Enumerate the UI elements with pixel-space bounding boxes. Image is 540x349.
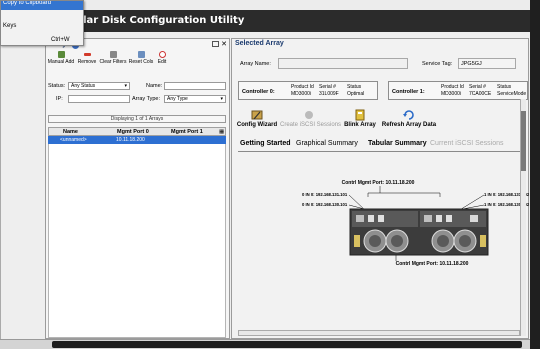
controller-0-serial-key: Serial # <box>319 84 336 90</box>
scroll-thumb[interactable] <box>521 111 526 171</box>
manual-add-button[interactable]: Manual Add <box>46 51 76 67</box>
ip-label: IP: <box>56 96 63 102</box>
status-select[interactable]: Any Status ▾ <box>68 82 130 90</box>
controller-1-serial-value: 7CA00CE <box>469 91 492 97</box>
row-name: <unnamed> <box>60 137 87 143</box>
tab-tabular-summary[interactable]: Tabular Summary <box>368 140 427 147</box>
blink-icon <box>355 109 365 121</box>
menu-item-keys[interactable]: Keys <box>3 23 16 29</box>
app-window: Arraysi ✕ Manual Add Remove Clear Filter… <box>0 32 530 339</box>
controller-1-product-value: MD3000i <box>441 91 462 97</box>
table-row[interactable]: <unnamed> 10.11.18.200 <box>48 136 226 144</box>
controller-0-status-key: Status <box>347 84 362 90</box>
controller-1-status-key: Status <box>497 84 512 90</box>
context-menu: Copy to Clipboard Keys Ctrl+W <box>0 0 84 46</box>
controller-1-product-key: Product Id <box>441 84 464 90</box>
column-header-mgmt-port-0[interactable]: Mgmt Port 0 <box>117 129 149 135</box>
remove-icon <box>83 53 91 56</box>
ip-filter-input[interactable] <box>68 95 130 103</box>
column-header-name[interactable]: Name <box>63 129 78 135</box>
sessions-icon <box>305 111 313 119</box>
close-icon[interactable]: ✕ <box>221 40 227 48</box>
chevron-down-icon: ▾ <box>124 83 127 89</box>
controller-0-status-value: Optimal <box>347 91 365 97</box>
name-label: Name: <box>146 83 163 89</box>
horizontal-scrollbar[interactable] <box>238 330 520 336</box>
refresh-array-data-button[interactable]: Refresh Array Data <box>380 109 438 135</box>
reset-cols-button[interactable]: Reset Cols <box>128 51 154 67</box>
columns-icon <box>137 51 145 58</box>
column-header-mgmt-port-1[interactable]: Mgmt Port 1 <box>171 129 203 135</box>
tab-current-iscsi-sessions[interactable]: Current iSCSI Sessions <box>430 140 504 147</box>
controller-1-label: Controller 1: <box>392 89 425 95</box>
arrays-panel: Arraysi ✕ Manual Add Remove Clear Filter… <box>45 38 230 339</box>
bottom-bar <box>0 339 530 349</box>
left-port-1-label: 0 IN 0: 192.168.130.101 <box>302 202 348 207</box>
arrays-toolbar: Manual Add Remove Clear Filters Reset Co… <box>46 51 229 67</box>
blink-array-button[interactable]: Blink Array <box>342 109 378 135</box>
top-mgmt-port-label: Contrl Mgmt Port: 10.11.18.200 <box>342 180 415 186</box>
tab-getting-started[interactable]: Getting Started <box>240 140 291 147</box>
edit-button[interactable]: Edit <box>154 51 170 67</box>
status-label: Status: <box>48 83 66 89</box>
name-filter-input[interactable] <box>164 82 226 90</box>
chevron-down-icon: ▾ <box>220 96 223 102</box>
array-name-label: Array Name: <box>240 61 271 67</box>
selected-array-title: Selected Array <box>235 40 284 47</box>
controller-0-serial-value: 31L009F <box>319 91 339 97</box>
array-type-select[interactable]: Any Type ▾ <box>164 95 226 103</box>
add-icon <box>57 51 65 58</box>
array-name-field[interactable] <box>278 58 408 69</box>
array-type-label: Array Type: <box>132 96 161 102</box>
column-chooser-icon[interactable]: ▦ <box>219 129 224 135</box>
tab-graphical-summary[interactable]: Graphical Summary <box>296 140 358 147</box>
left-port-0-label: 0 IN 0: 192.168.131.101 <box>302 192 348 197</box>
screen-edge <box>530 0 540 349</box>
bottom-mgmt-port-label: Contrl Mgmt Port: 10.11.18.200 <box>396 261 469 267</box>
bottom-scrollbar[interactable] <box>52 341 522 348</box>
controller-0-product-value: MD3000i <box>291 91 312 97</box>
create-iscsi-sessions-button[interactable]: Create iSCSI Sessions <box>280 109 341 135</box>
service-tag-label: Service Tag: <box>422 61 453 67</box>
table-header: Name Mgmt Port 0 Mgmt Port 1 ▦ <box>48 127 226 136</box>
display-count: Displaying 1 of 1 Arrays <box>48 115 226 123</box>
controller-1-status-value: ServiceMode <box>497 91 527 97</box>
controller-1-serial-key: Serial # <box>469 84 486 90</box>
restore-icon[interactable] <box>212 41 219 47</box>
vertical-scrollbar[interactable] <box>520 99 526 336</box>
service-tag-field: JPG5GJ <box>458 58 516 69</box>
controller-1-box: Controller 1: Product Id MD3000i Serial … <box>388 81 528 100</box>
remove-button[interactable]: Remove <box>76 51 98 67</box>
controller-0-product-key: Product Id <box>291 84 314 90</box>
storage-chassis <box>349 208 489 256</box>
selected-array-panel: Selected Array Array Name: Service Tag: … <box>231 38 530 339</box>
menu-item-copy-to-clipboard[interactable]: Copy to Clipboard <box>1 1 83 10</box>
clear-filters-button[interactable]: Clear Filters <box>98 51 128 67</box>
refresh-icon <box>403 110 414 120</box>
row-port0: 10.11.18.200 <box>116 137 145 143</box>
wizard-icon <box>251 110 263 120</box>
tab-divider <box>238 151 520 152</box>
controller-0-label: Controller 0: <box>242 89 275 95</box>
menu-item-keys-shortcut: Ctrl+W <box>51 37 70 43</box>
controller-0-box: Controller 0: Product Id MD3000i Serial … <box>238 81 378 100</box>
table-body <box>48 144 226 338</box>
config-wizard-button[interactable]: Config Wizard <box>236 109 278 135</box>
edit-icon <box>158 51 166 58</box>
filter-icon <box>109 51 117 58</box>
